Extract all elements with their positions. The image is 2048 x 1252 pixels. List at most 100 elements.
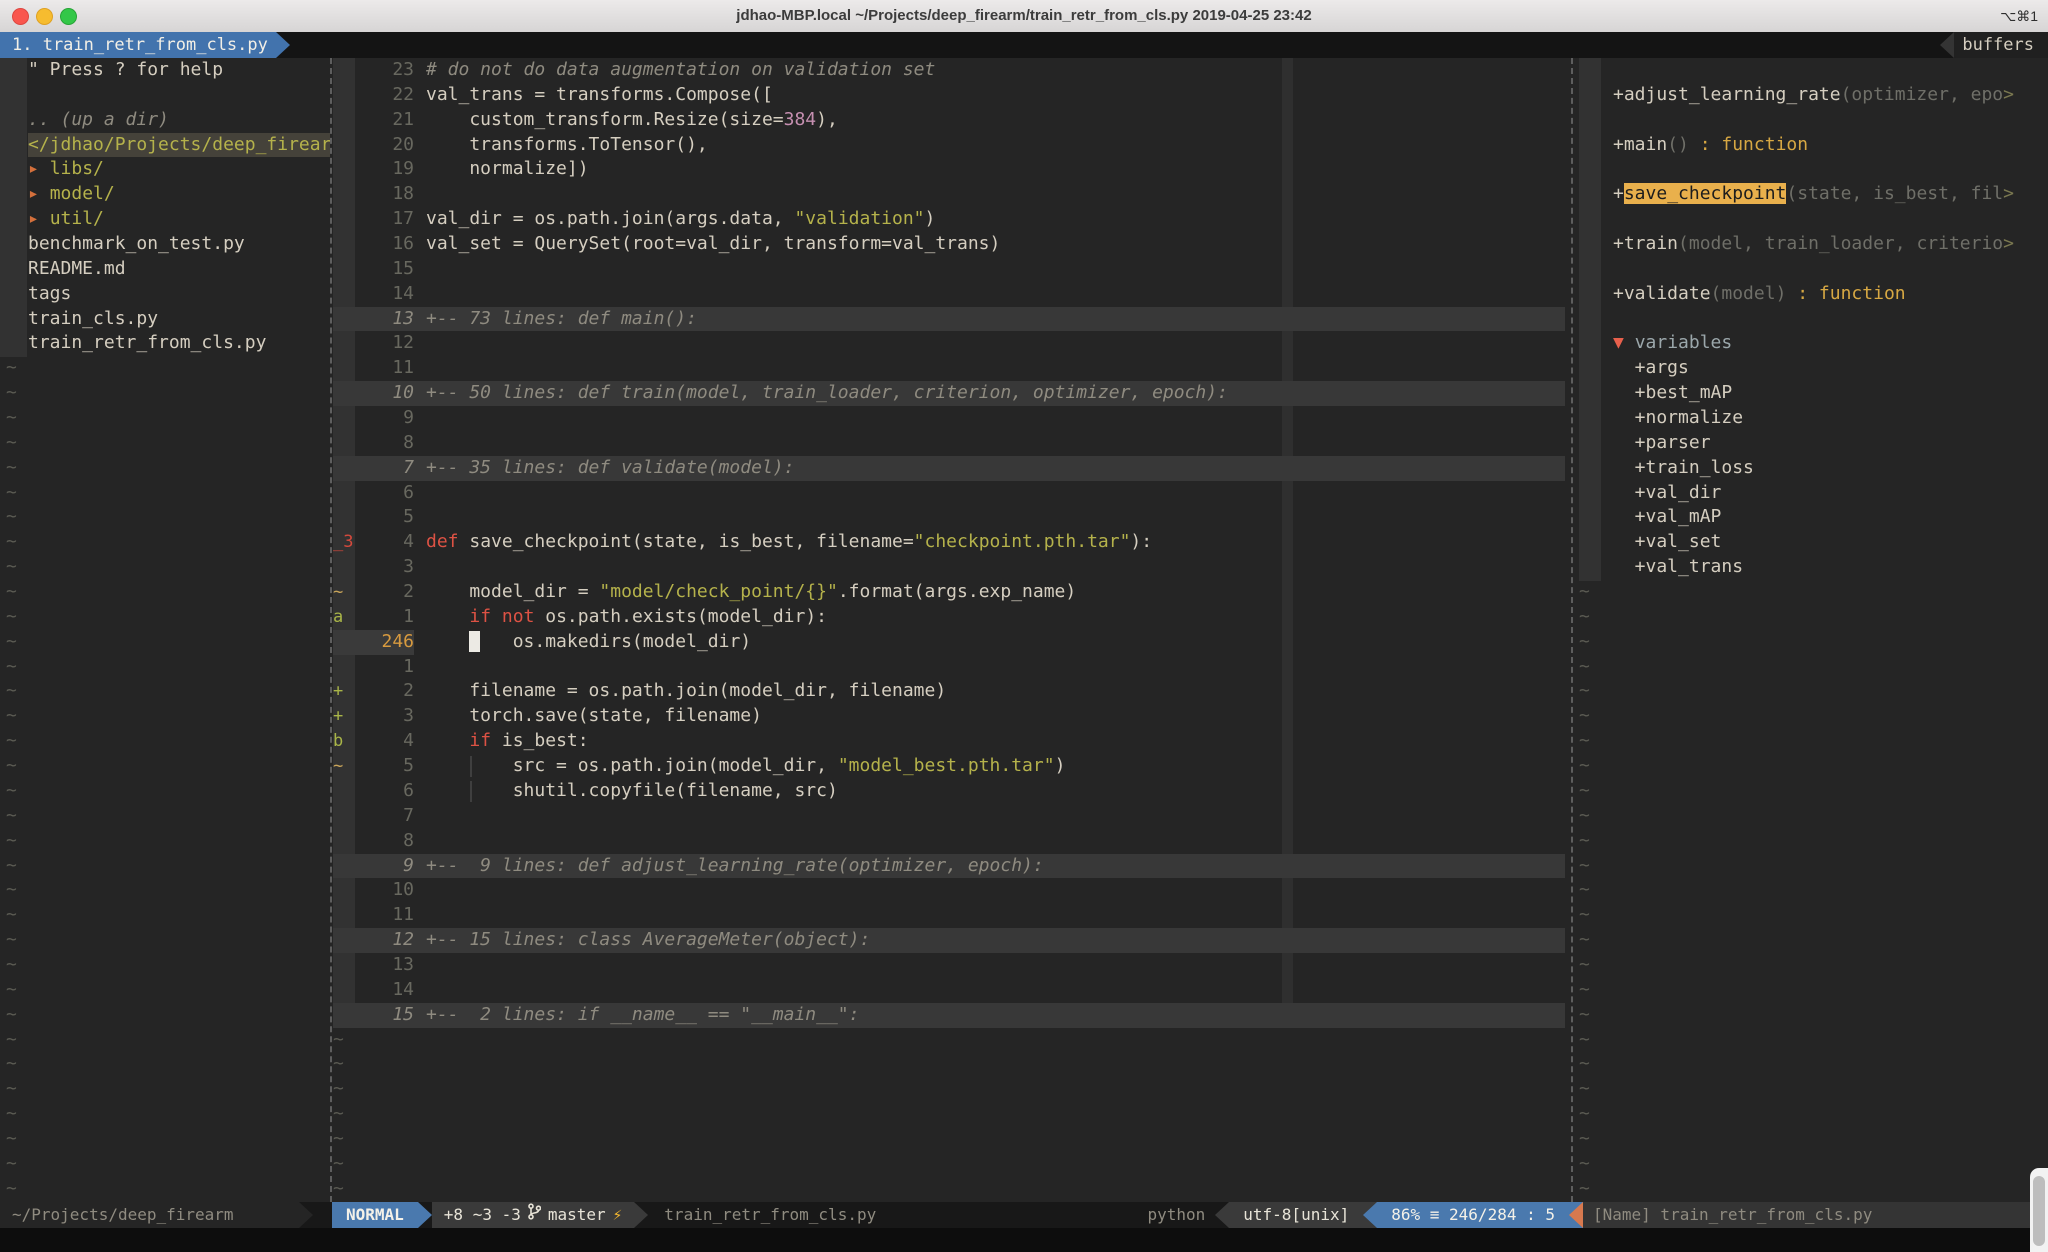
code-line[interactable]: 21 custom_transform.Resize(size=384), [332, 108, 1573, 133]
tagbar-item[interactable] [1573, 207, 2048, 232]
tab-train-retr-from-cls[interactable]: 1. train_retr_from_cls.py [0, 32, 276, 58]
bolt-icon: ⚡ [613, 1202, 623, 1228]
code-line[interactable]: 19 normalize]) [332, 157, 1573, 182]
code-line[interactable]: +3 torch.save(state, filename) [332, 704, 1573, 729]
code-segment: +normalize [1613, 407, 1743, 428]
tagbar-item[interactable]: +best_mAP [1573, 381, 2048, 406]
tagbar-item[interactable] [1573, 257, 2048, 282]
tagbar-item[interactable]: +val_mAP [1573, 505, 2048, 530]
nerdtree-item[interactable]: " Press ? for help [0, 58, 330, 83]
code-line[interactable]: 1 [332, 655, 1573, 680]
line-number: 9 [355, 406, 414, 431]
code-segment: save_checkpoint [1624, 183, 1787, 204]
code-line[interactable]: 5 [332, 505, 1573, 530]
tagbar-item[interactable]: +adjust_learning_rate(optimizer, epo> [1573, 83, 2048, 108]
empty-buffer-line: ~ [1573, 1003, 2048, 1028]
nerdtree-item[interactable]: .. (up a dir) [0, 108, 330, 133]
buffers-label[interactable]: buffers [1954, 32, 2048, 58]
nerdtree-item[interactable]: benchmark_on_test.py [0, 232, 330, 257]
code-line[interactable]: 7 [332, 804, 1573, 829]
nerdtree-item[interactable]: ▸ model/ [0, 182, 330, 207]
folded-code-line[interactable]: 15+-- 2 lines: if __name__ == "__main__"… [332, 1003, 1573, 1028]
folded-code-line[interactable]: 13+-- 73 lines: def main(): [332, 307, 1573, 332]
tagbar-item[interactable]: ▼ variables [1573, 331, 2048, 356]
nerdtree-item[interactable]: ▸ util/ [0, 207, 330, 232]
tagbar-item[interactable] [1573, 58, 2048, 83]
nerdtree-root-item[interactable]: </jdhao/Projects/deep_firear> [0, 133, 330, 158]
tagbar-item[interactable] [1573, 307, 2048, 332]
nerdtree-item[interactable]: README.md [0, 257, 330, 282]
folded-code-line[interactable]: 10+-- 50 lines: def train(model, train_l… [332, 381, 1573, 406]
nerdtree-item[interactable]: train_cls.py [0, 307, 330, 332]
nerdtree-item[interactable]: train_retr_from_cls.py [0, 331, 330, 356]
code-line[interactable]: 16val_set = QuerySet(root=val_dir, trans… [332, 232, 1573, 257]
code-line[interactable]: 22val_trans = transforms.Compose([ [332, 83, 1573, 108]
code-line[interactable]: 8 [332, 829, 1573, 854]
code-line[interactable]: 6 [332, 481, 1573, 506]
tagbar-item[interactable]: +val_trans [1573, 555, 2048, 580]
code-line[interactable]: 10 [332, 878, 1573, 903]
code-line[interactable]: b4 if is_best: [332, 729, 1573, 754]
code-line[interactable]: 13 [332, 953, 1573, 978]
titlebar: jdhao-MBP.local ~/Projects/deep_firearm/… [0, 0, 2048, 33]
gutter-sign [333, 655, 355, 680]
tagbar-item[interactable]: +train(model, train_loader, criterio> [1573, 232, 2048, 257]
code-line[interactable]: 9 [332, 406, 1573, 431]
nerdtree-item[interactable]: tags [0, 282, 330, 307]
code-line[interactable]: 6 shutil.copyfile(filename, src) [332, 779, 1573, 804]
tagbar-item[interactable]: +val_dir [1573, 481, 2048, 506]
code-line[interactable]: 14 [332, 978, 1573, 1003]
code-line[interactable]: 3 [332, 555, 1573, 580]
tagbar-item[interactable]: +validate(model) : function [1573, 282, 2048, 307]
encoding-indicator: utf-8[unix] [1229, 1202, 1363, 1228]
folded-code-line[interactable]: 9+-- 9 lines: def adjust_learning_rate(o… [332, 854, 1573, 879]
code-line[interactable]: 17val_dir = os.path.join(args.data, "val… [332, 207, 1573, 232]
folded-code-line[interactable]: 12+-- 15 lines: class AverageMeter(objec… [332, 928, 1573, 953]
code-text: model_dir = "model/check_point/{}".forma… [414, 580, 1076, 605]
tagbar-item[interactable]: +val_set [1573, 530, 2048, 555]
tagbar-item[interactable]: +args [1573, 356, 2048, 381]
code-line[interactable]: 8 [332, 431, 1573, 456]
gutter-sign [333, 157, 355, 182]
code-line[interactable]: 18 [332, 182, 1573, 207]
code-line[interactable]: ~5 src = os.path.join(model_dir, "model_… [332, 754, 1573, 779]
folded-code-line[interactable]: 7+-- 35 lines: def validate(model): [332, 456, 1573, 481]
code-line[interactable]: 20 transforms.ToTensor(), [332, 133, 1573, 158]
code-line[interactable]: 11 [332, 356, 1573, 381]
code-line[interactable]: 15 [332, 257, 1573, 282]
statusline: ~/Projects/deep_firearm NORMAL +8 ~3 -3 … [0, 1202, 2048, 1228]
line-number: 10 [355, 381, 414, 406]
code-line[interactable]: 12 [332, 331, 1573, 356]
code-line[interactable]: 23# do not do data augmentation on valid… [332, 58, 1573, 83]
code-line[interactable]: +2 filename = os.path.join(model_dir, fi… [332, 679, 1573, 704]
nerdtree-item[interactable]: ▸ libs/ [0, 157, 330, 182]
nerdtree-pane: " Press ? for help .. (up a dir)</jdhao/P… [0, 58, 330, 1202]
code-segment: ), [816, 109, 838, 130]
code-text: custom_transform.Resize(size=384), [414, 108, 838, 133]
empty-buffer-line: ~ [0, 406, 330, 431]
empty-buffer-line: ~ [1573, 829, 2048, 854]
code-segment: </jdhao/Projects/deep_firear [28, 134, 330, 155]
nerdtree-item[interactable] [0, 83, 330, 108]
tagbar-item[interactable]: +save_checkpoint(state, is_best, fil> [1573, 182, 2048, 207]
tagbar-item[interactable]: +parser [1573, 431, 2048, 456]
tagbar-item[interactable] [1573, 108, 2048, 133]
code-line[interactable]: a1 if not os.path.exists(model_dir): [332, 605, 1573, 630]
code-text [414, 356, 426, 381]
empty-buffer-line: ~ [0, 555, 330, 580]
tagbar-item[interactable] [1573, 157, 2048, 182]
command-line[interactable] [0, 1228, 2048, 1252]
code-line[interactable]: ~2 model_dir = "model/check_point/{}".fo… [332, 580, 1573, 605]
tagbar-item[interactable]: +train_loss [1573, 456, 2048, 481]
empty-buffer-line: ~ [1573, 804, 2048, 829]
tagbar-item[interactable]: +main() : function [1573, 133, 2048, 158]
code-line[interactable]: 246 os.makedirs(model_dir) [332, 630, 1573, 655]
empty-buffer-line: ~ [0, 878, 330, 903]
code-segment: ) [925, 208, 936, 229]
empty-buffer-line: ~ [1573, 928, 2048, 953]
code-line[interactable]: 14 [332, 282, 1573, 307]
tagbar-item[interactable]: +normalize [1573, 406, 2048, 431]
code-line[interactable]: 11 [332, 903, 1573, 928]
empty-buffer-line: ~ [1573, 630, 2048, 655]
code-line[interactable]: _34def save_checkpoint(state, is_best, f… [332, 530, 1573, 555]
